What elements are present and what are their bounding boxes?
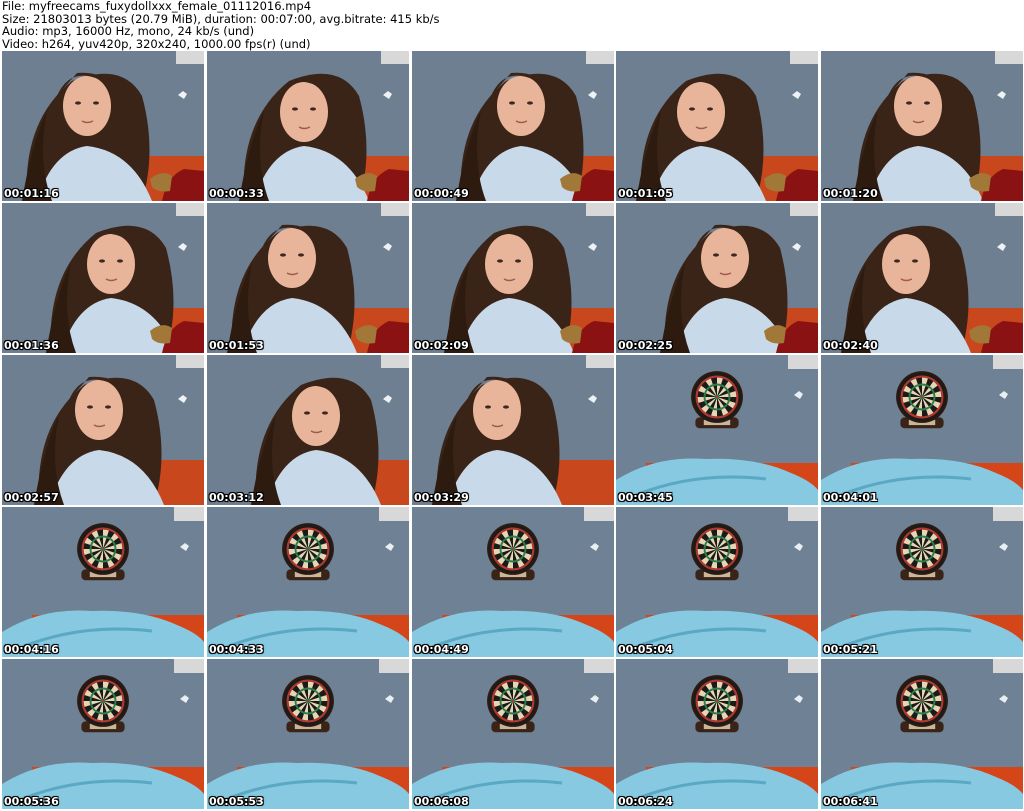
video-thumbnail: 00:04:49	[412, 507, 614, 657]
video-thumbnail: 00:05:36	[2, 659, 204, 809]
frame-image-person	[2, 51, 204, 201]
frame-image-dartboard	[821, 659, 1023, 809]
video-thumbnail: 00:04:16	[2, 507, 204, 657]
video-thumbnail: 00:02:25	[616, 203, 818, 353]
video-thumbnail: 00:01:36	[2, 203, 204, 353]
frame-image-dartboard	[2, 507, 204, 657]
frame-image-person	[207, 355, 409, 505]
video-thumbnail: 00:04:01	[821, 355, 1023, 505]
video-thumbnail: 00:06:41	[821, 659, 1023, 809]
thumbnail-timestamp: 00:04:01	[823, 491, 878, 504]
video-thumbnail: 00:04:33	[207, 507, 409, 657]
thumbnail-grid: 00:01:16 00:00:33 00:00:49 00:01:05 00:01:20…	[0, 51, 1024, 811]
frame-image-dartboard	[821, 355, 1023, 505]
frame-image-dartboard	[207, 659, 409, 809]
thumbnail-timestamp: 00:03:45	[618, 491, 673, 504]
thumbnail-timestamp: 00:02:25	[618, 339, 673, 352]
thumbnail-timestamp: 00:03:29	[414, 491, 469, 504]
thumbnail-timestamp: 00:05:21	[823, 643, 878, 656]
video-thumbnail: 00:05:04	[616, 507, 818, 657]
frame-image-person	[412, 355, 614, 505]
thumbnail-timestamp: 00:02:57	[4, 491, 59, 504]
thumbnail-timestamp: 00:05:04	[618, 643, 673, 656]
thumbnail-timestamp: 00:01:20	[823, 187, 878, 200]
thumbnail-timestamp: 00:04:49	[414, 643, 469, 656]
frame-image-dartboard	[616, 659, 818, 809]
video-thumbnail: 00:01:53	[207, 203, 409, 353]
video-thumbnail: 00:02:40	[821, 203, 1023, 353]
frame-image-person	[616, 203, 818, 353]
thumbnail-timestamp: 00:02:40	[823, 339, 878, 352]
frame-image-person	[2, 355, 204, 505]
thumbnail-timestamp: 00:04:16	[4, 643, 59, 656]
video-thumbnail: 00:06:24	[616, 659, 818, 809]
video-thumbnail: 00:01:05	[616, 51, 818, 201]
thumbnail-timestamp: 00:03:12	[209, 491, 264, 504]
video-info-line: Video: h264, yuv420p, 320x240, 1000.00 f…	[2, 36, 311, 51]
thumbnail-timestamp: 00:01:16	[4, 187, 59, 200]
frame-image-person	[2, 203, 204, 353]
video-thumbnail: 00:00:49	[412, 51, 614, 201]
thumbnail-timestamp: 00:05:36	[4, 795, 59, 808]
frame-image-dartboard	[616, 507, 818, 657]
frame-image-person	[821, 203, 1023, 353]
thumbnail-timestamp: 00:01:05	[618, 187, 673, 200]
video-thumbnail: 00:05:53	[207, 659, 409, 809]
video-thumbnail: 00:01:16	[2, 51, 204, 201]
thumbnail-timestamp: 00:06:24	[618, 795, 673, 808]
frame-image-person	[616, 51, 818, 201]
video-thumbnail: 00:01:20	[821, 51, 1023, 201]
thumbnail-timestamp: 00:00:49	[414, 187, 469, 200]
video-thumbnail: 00:02:09	[412, 203, 614, 353]
thumbnail-timestamp: 00:01:53	[209, 339, 264, 352]
video-thumbnail: 00:03:12	[207, 355, 409, 505]
video-thumbnail: 00:06:08	[412, 659, 614, 809]
video-thumbnail: 00:02:57	[2, 355, 204, 505]
audio-info-line: Audio: mp3, 16000 Hz, mono, 24 kb/s (und…	[2, 24, 255, 39]
frame-image-dartboard	[207, 507, 409, 657]
frame-image-dartboard	[412, 659, 614, 809]
thumbnail-timestamp: 00:01:36	[4, 339, 59, 352]
video-thumbnail: 00:03:45	[616, 355, 818, 505]
video-thumbnail: 00:00:33	[207, 51, 409, 201]
thumbnail-timestamp: 00:06:41	[823, 795, 878, 808]
frame-image-dartboard	[412, 507, 614, 657]
frame-image-person	[412, 203, 614, 353]
video-thumbnail: 00:03:29	[412, 355, 614, 505]
frame-image-person	[412, 51, 614, 201]
frame-image-person	[821, 51, 1023, 201]
frame-image-dartboard	[616, 355, 818, 505]
frame-image-dartboard	[821, 507, 1023, 657]
frame-image-person	[207, 51, 409, 201]
file-info-header: File: myfreecams_fuxydollxxx_female_0111…	[2, 0, 440, 50]
video-thumbnail: 00:05:21	[821, 507, 1023, 657]
thumbnail-timestamp: 00:04:33	[209, 643, 264, 656]
thumbnail-timestamp: 00:02:09	[414, 339, 469, 352]
frame-image-person	[207, 203, 409, 353]
thumbnail-timestamp: 00:00:33	[209, 187, 264, 200]
thumbnail-timestamp: 00:05:53	[209, 795, 264, 808]
thumbnail-timestamp: 00:06:08	[414, 795, 469, 808]
file-name-line: File: myfreecams_fuxydollxxx_female_0111…	[2, 0, 312, 13]
frame-image-dartboard	[2, 659, 204, 809]
